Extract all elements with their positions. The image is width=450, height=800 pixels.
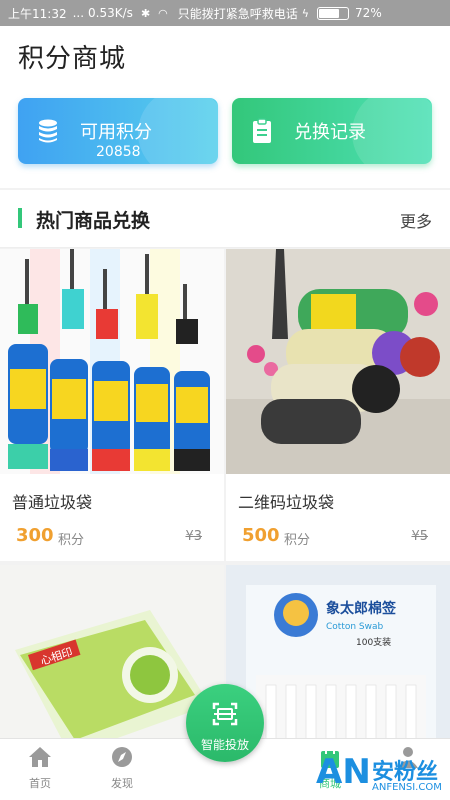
coin-stack-icon bbox=[39, 119, 57, 143]
swab-brand-text: 象太郎棉签 bbox=[326, 600, 397, 617]
more-link[interactable]: 更多 bbox=[400, 208, 432, 232]
product-original-price: ¥5 bbox=[411, 529, 428, 544]
nav-home-label: 首页 bbox=[29, 777, 51, 790]
swab-count-text: 100支装 bbox=[356, 636, 391, 648]
status-time: 上午11:32 bbox=[8, 6, 67, 21]
available-points-value: 20858 bbox=[96, 144, 141, 160]
charging-icon: ϟ bbox=[301, 6, 310, 20]
product-card[interactable]: 普通垃圾袋 300 积分 ¥3 bbox=[0, 249, 224, 561]
product-image-qr-trash-bags bbox=[226, 249, 450, 474]
clipboard-icon bbox=[253, 118, 271, 143]
wifi-icon: ◠ bbox=[158, 6, 168, 20]
site-watermark: AN 安粉丝 ANFENSI.COM bbox=[308, 752, 450, 800]
watermark-url: ANFENSI.COM bbox=[372, 782, 442, 793]
scan-icon bbox=[212, 702, 238, 726]
product-price: 500 bbox=[242, 525, 280, 546]
compass-icon bbox=[112, 747, 132, 767]
exchange-records-card[interactable]: 兑换记录 bbox=[232, 98, 432, 164]
page-header: 积分商城 bbox=[0, 26, 450, 88]
product-price-unit: 积分 bbox=[58, 533, 85, 548]
watermark-logo: AN bbox=[316, 752, 371, 792]
status-speed: 0.53K/s bbox=[88, 6, 133, 20]
status-bar: 上午11:32 ... 0.53K/s ✱ ◠ 只能拨打紧急呼救电话 ϟ 72% bbox=[0, 0, 450, 26]
battery-level bbox=[319, 8, 340, 18]
bluetooth-icon: ✱ bbox=[140, 6, 151, 20]
product-card[interactable]: 二维码垃圾袋 500 积分 ¥5 bbox=[226, 249, 450, 561]
battery-percent: 72% bbox=[355, 6, 382, 20]
available-points-card[interactable]: 可用积分 20858 bbox=[18, 98, 218, 164]
nav-discover-label: 发现 bbox=[111, 777, 133, 790]
available-points-label: 可用积分 bbox=[80, 122, 152, 143]
section-accent-bar bbox=[18, 208, 22, 228]
product-original-price: ¥3 bbox=[185, 529, 202, 544]
summary-cards: 可用积分 20858 兑换记录 bbox=[0, 88, 450, 188]
status-carrier: 只能拨打紧急呼救电话 bbox=[177, 6, 298, 21]
status-dots: ... bbox=[72, 6, 85, 20]
product-price: 300 bbox=[16, 525, 54, 546]
exchange-records-label: 兑换记录 bbox=[294, 122, 366, 143]
home-icon bbox=[29, 747, 51, 767]
nav-home[interactable]: 首页 bbox=[10, 745, 70, 791]
page-title: 积分商城 bbox=[18, 44, 127, 74]
product-image-trash-bags bbox=[0, 249, 224, 474]
product-name: 普通垃圾袋 bbox=[12, 493, 93, 512]
product-price-unit: 积分 bbox=[284, 533, 311, 548]
smart-drop-label: 智能投放 bbox=[200, 738, 249, 752]
hot-products-header: 热门商品兑换 更多 bbox=[0, 190, 450, 248]
swab-brand-en-text: Cotton Swab bbox=[326, 622, 384, 632]
nav-discover[interactable]: 发现 bbox=[92, 745, 152, 791]
battery-icon bbox=[317, 6, 350, 20]
product-name: 二维码垃圾袋 bbox=[238, 493, 335, 512]
section-title: 热门商品兑换 bbox=[36, 210, 151, 232]
